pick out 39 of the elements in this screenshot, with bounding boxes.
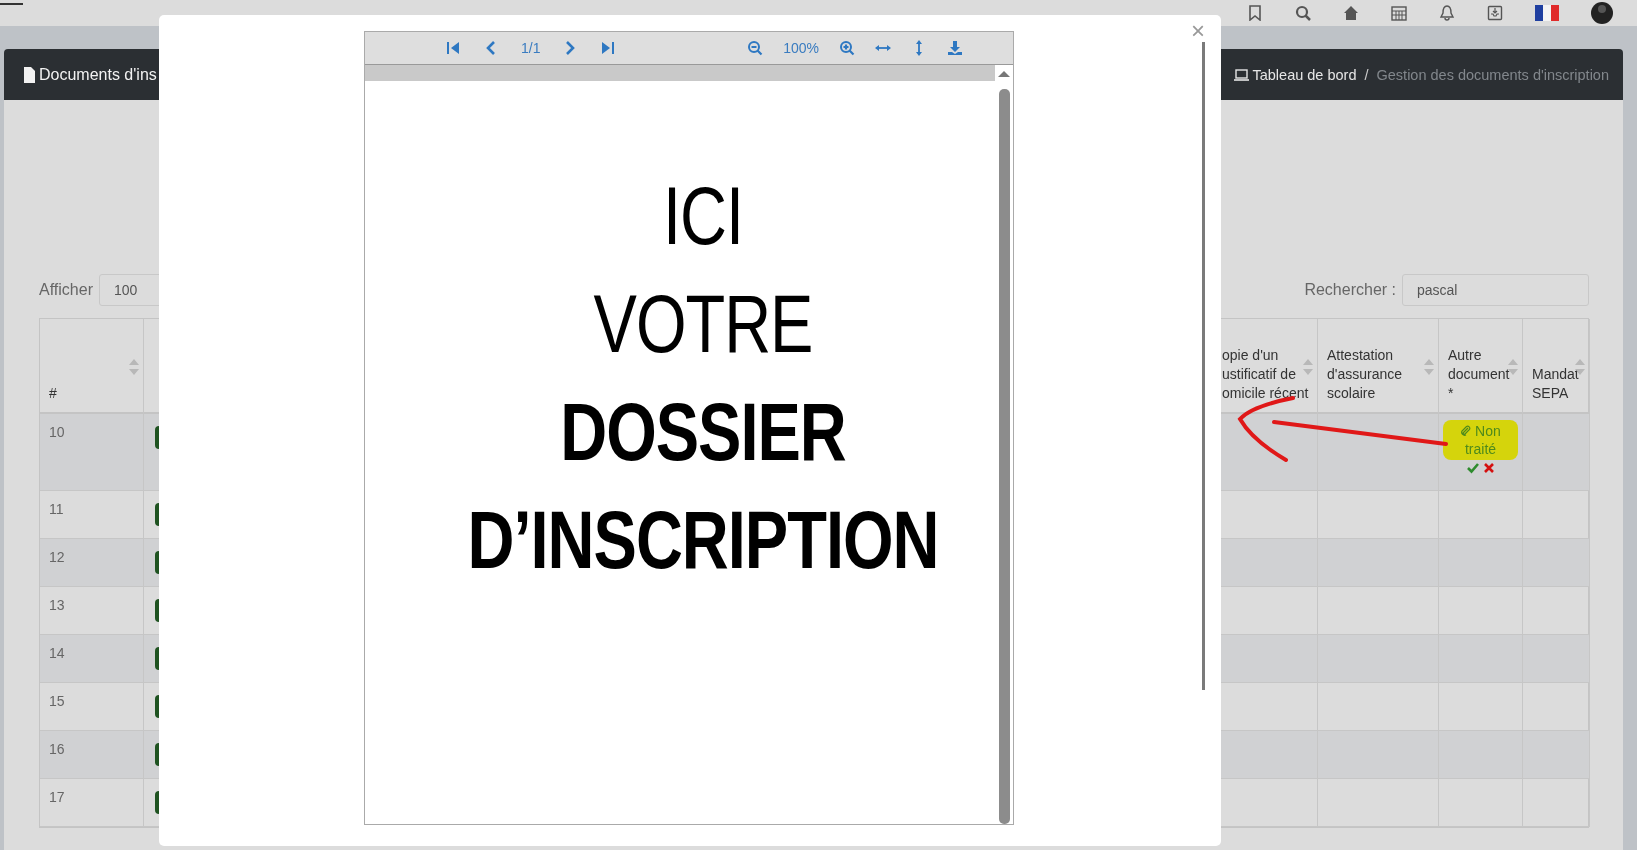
home-icon[interactable] [1343, 5, 1359, 21]
search-field[interactable]: pascal [1402, 274, 1589, 306]
document-heading: VOTRE [593, 276, 813, 371]
scrollbar[interactable] [1202, 42, 1205, 690]
first-page-icon[interactable] [445, 40, 461, 56]
table-cell: 10 [40, 414, 144, 491]
close-icon[interactable] [1482, 462, 1495, 474]
paperclip-icon [1460, 424, 1472, 436]
search-label: Rechercher : [1304, 281, 1396, 299]
bookmark-icon[interactable] [1247, 5, 1263, 21]
page-indicator: 1/1 [521, 40, 541, 56]
breadcrumb-separator: / [1364, 66, 1369, 83]
search-icon[interactable] [1295, 5, 1311, 21]
avatar-icon[interactable] [1591, 2, 1613, 24]
flag-icon[interactable] [1535, 5, 1559, 21]
table-cell: 14 [40, 635, 144, 683]
document-heading: DOSSIER [560, 384, 846, 479]
table-cell: 12 [40, 539, 144, 587]
check-icon[interactable] [1466, 462, 1479, 474]
download-icon[interactable] [947, 40, 963, 56]
document-heading: D’INSCRIPTION [467, 492, 939, 587]
page-title: Documents d'ins [39, 65, 157, 84]
scroll-up-icon[interactable] [997, 68, 1011, 78]
last-page-icon[interactable] [600, 40, 617, 56]
breadcrumb-item[interactable]: Tableau de bord [1234, 66, 1357, 83]
calendar-icon[interactable] [1391, 5, 1407, 21]
table-cell: 17 [40, 779, 144, 827]
scrollbar[interactable] [999, 89, 1010, 824]
length-label: Afficher [39, 281, 93, 299]
zoom-level: 100% [783, 40, 819, 56]
laptop-icon [1234, 68, 1250, 81]
document-icon[interactable] [22, 66, 36, 83]
inbox-icon[interactable] [1487, 5, 1503, 21]
zoom-in-icon[interactable] [839, 40, 855, 56]
bell-icon[interactable] [1439, 5, 1455, 21]
zoom-out-icon[interactable] [747, 40, 764, 56]
breadcrumb-item: Gestion des documents d'inscription [1376, 66, 1609, 83]
table-cell: 16 [40, 731, 144, 779]
document-heading: ICI [662, 168, 744, 263]
